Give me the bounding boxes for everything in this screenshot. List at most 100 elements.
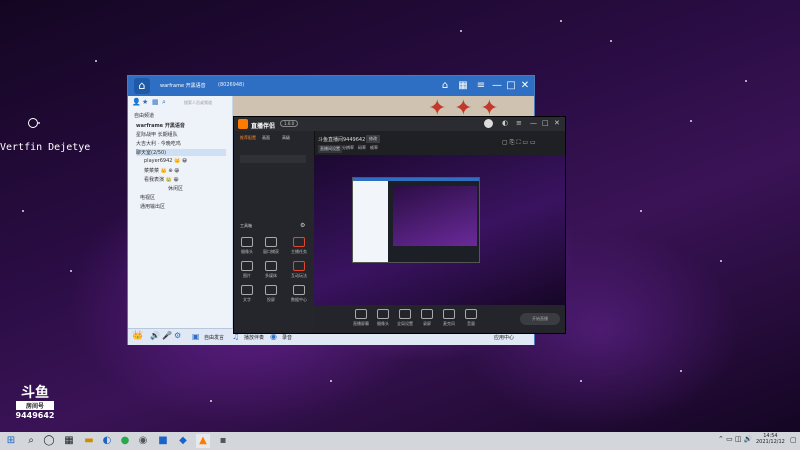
close-icon[interactable]: ✕	[518, 79, 532, 93]
app-icon[interactable]: ■	[156, 434, 170, 448]
channel-item[interactable]: 电视区	[140, 194, 155, 201]
minimize-icon[interactable]: —	[530, 119, 537, 127]
play-accompaniment-button[interactable]: 播放伴奏	[244, 334, 264, 341]
search-input[interactable]: 搜索人员或频道	[184, 100, 212, 106]
tool-text[interactable]: 文字	[238, 285, 256, 303]
cast-icon	[265, 285, 277, 295]
folder-icon[interactable]: ▬	[82, 434, 96, 448]
edge-icon[interactable]: ◐	[100, 434, 114, 448]
app-icon[interactable]: ▪	[216, 434, 230, 448]
record-icon	[421, 309, 433, 319]
settings-icon[interactable]: ⚙	[300, 222, 305, 229]
settings-icon[interactable]: ⚙	[174, 331, 181, 340]
chat-app-icon[interactable]: ◆	[176, 434, 190, 448]
maximize-icon[interactable]: □	[504, 79, 518, 93]
member-item[interactable]: 看我表演 👑 😀	[144, 176, 179, 183]
channel-item[interactable]: 星际战甲 长期组队	[136, 131, 178, 138]
camera-icon	[241, 237, 253, 247]
speaker-icon[interactable]: 🔊	[150, 331, 160, 340]
search-icon[interactable]: ⌕	[24, 434, 38, 448]
scene-tab[interactable]: 分辨率	[342, 145, 354, 151]
home-nav-icon[interactable]: ⌂	[438, 79, 452, 93]
grid-icon[interactable]: ▦	[152, 98, 159, 106]
member-item[interactable]: 菜菜菜 👑 ⊕ 😀	[144, 167, 179, 174]
streaming-app-window: 直播伴侣 1.0.0 ◐ ≡ — □ ✕ 推荐配置 画面 高级 工具箱 ⚙ 摄像…	[234, 117, 565, 333]
channel-item[interactable]: 休闲区	[168, 185, 183, 192]
star	[95, 60, 97, 62]
channel-item-selected[interactable]: 聊天室(2/50)	[136, 149, 226, 156]
scene-tab[interactable]: 直播间设置	[318, 145, 342, 153]
star-icon[interactable]: ★	[142, 98, 148, 106]
channel-item[interactable]: 大吉大利 · 今晚吃鸡	[136, 140, 181, 147]
tool-label: 投屏	[267, 297, 275, 302]
avatar[interactable]	[484, 119, 493, 128]
tool-camera[interactable]: 摄像头	[238, 237, 256, 255]
scene-item[interactable]	[240, 155, 306, 163]
control-label: 录屏	[423, 321, 431, 326]
music-icon: ♫	[232, 332, 240, 341]
tool-label: 互动玩法	[291, 273, 307, 278]
clock-date: 2021/12/12	[756, 439, 785, 445]
tool-window-capture[interactable]: 窗口捕获	[262, 237, 280, 255]
widgets-icon[interactable]: ▦	[62, 434, 76, 448]
tool-interactive[interactable]: 互动玩法	[290, 261, 308, 279]
notification-icon[interactable]: ▢	[790, 436, 797, 444]
tray-icons[interactable]: ⌃ ▭ ◫ 🔊	[718, 435, 752, 443]
camera-icon	[377, 309, 389, 319]
control-volume[interactable]: 音量	[462, 309, 480, 327]
steam-icon[interactable]: ◉	[136, 434, 150, 448]
control-record[interactable]: 录屏	[418, 309, 436, 327]
task-view-icon[interactable]: ◯	[42, 434, 56, 448]
toolbar-icons[interactable]: ▢ ⎘ ⛶ ▭ ▭	[502, 139, 536, 147]
star	[210, 400, 212, 402]
tool-label: 文字	[243, 297, 251, 302]
start-stream-button[interactable]: 开始直播	[520, 313, 560, 325]
tab-advanced[interactable]: 高级	[282, 135, 290, 141]
tool-cast[interactable]: 投屏	[262, 285, 280, 303]
tool-image[interactable]: 图片	[238, 261, 256, 279]
chat-title-bar[interactable]: ⌂ warframe 开黑语音 (8026948) ⌂ ▦ ≡ — □ ✕	[128, 76, 534, 96]
minimize-icon[interactable]: —	[490, 79, 504, 93]
channel-item[interactable]: 通用输出区	[140, 203, 165, 210]
channel-item[interactable]: 自由频道	[134, 112, 154, 119]
maximize-icon[interactable]: □	[542, 119, 549, 127]
home-icon[interactable]: ⌂	[134, 78, 150, 94]
tab-recommended[interactable]: 推荐配置	[240, 135, 256, 141]
control-mic[interactable]: 麦克风	[440, 309, 458, 327]
app-center-button[interactable]: 应用中心	[494, 334, 514, 341]
avatar[interactable]: 👑	[132, 331, 143, 341]
control-camera[interactable]: 摄像头	[374, 309, 392, 327]
skin-icon[interactable]: ◐	[502, 119, 508, 127]
clock[interactable]: 14:54 2021/12/12	[756, 433, 785, 445]
star	[580, 380, 582, 382]
control-screen[interactable]: 直播屏幕	[352, 309, 370, 327]
control-settings[interactable]: 全局设置	[396, 309, 414, 327]
tool-data-center[interactable]: 数据中心	[290, 285, 308, 303]
user-icon[interactable]: 👤	[132, 98, 141, 106]
free-talk-button[interactable]: 自由发言	[204, 334, 224, 341]
member-item[interactable]: player6942 👑 😀	[144, 158, 187, 164]
douyu-watermark: 斗鱼 房间号 9449642	[14, 386, 56, 420]
channel-item[interactable]: warframe 开黑语音	[136, 122, 185, 129]
windows-start-icon[interactable]: ⊞	[4, 434, 18, 448]
search-icon[interactable]: ⌕	[162, 98, 166, 107]
close-icon[interactable]: ✕	[554, 119, 560, 127]
scene-tab[interactable]: 帧率	[370, 145, 378, 151]
menu-icon[interactable]: ≡	[474, 79, 488, 93]
record-button[interactable]: 录音	[282, 334, 292, 341]
tab-display[interactable]: 画面	[262, 135, 270, 141]
grid-icon[interactable]: ▦	[456, 79, 470, 93]
edit-room-button[interactable]: 修改	[366, 135, 380, 143]
star	[720, 260, 722, 262]
wechat-icon[interactable]: ●	[118, 434, 132, 448]
scene-tab[interactable]: 码率	[358, 145, 366, 151]
nested-screen-preview	[352, 177, 480, 263]
screen-icon	[355, 309, 367, 319]
nested-chat-panel	[353, 178, 388, 262]
tool-media[interactable]: 多媒体	[262, 261, 280, 279]
tool-streamer-task[interactable]: 主播任务	[290, 237, 308, 255]
menu-icon[interactable]: ≡	[516, 119, 522, 127]
streaming-app-icon[interactable]: ▲	[196, 434, 210, 448]
stream-title-bar[interactable]: 直播伴侣 1.0.0 ◐ ≡ — □ ✕	[234, 117, 565, 131]
mic-icon[interactable]: 🎤	[162, 331, 172, 340]
